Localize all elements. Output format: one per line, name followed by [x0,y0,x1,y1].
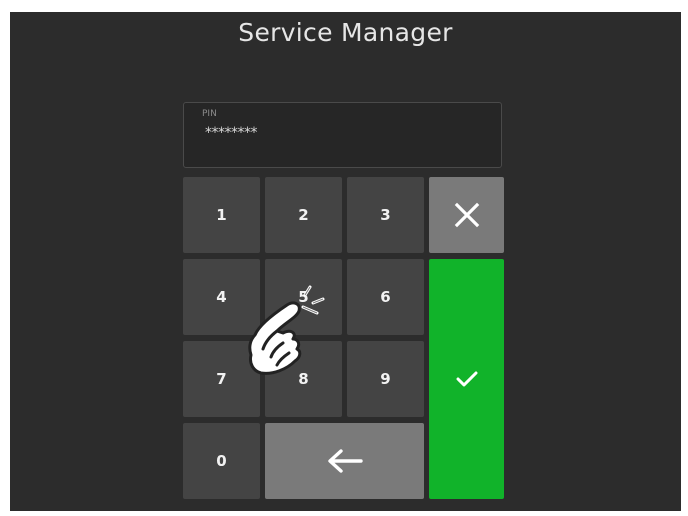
service-manager-screen: Service Manager PIN ******** 1 2 3 4 5 6… [10,12,681,511]
close-icon [454,202,479,228]
key-0-label: 0 [216,452,227,470]
pin-label: PIN [202,109,217,119]
key-7-label: 7 [216,370,227,388]
pin-field[interactable]: PIN ******** [183,102,502,168]
backspace-button[interactable] [265,423,424,499]
key-5[interactable]: 5 [265,259,342,335]
checkmark-icon [456,371,477,387]
clear-button[interactable] [429,177,504,253]
key-5-label: 5 [298,288,309,306]
key-3[interactable]: 3 [347,177,424,253]
key-6[interactable]: 6 [347,259,424,335]
confirm-button[interactable] [429,259,504,499]
key-3-label: 3 [380,206,391,224]
key-1[interactable]: 1 [183,177,260,253]
key-2-label: 2 [298,206,309,224]
key-0[interactable]: 0 [183,423,260,499]
pin-value: ******** [205,125,258,141]
key-9-label: 9 [380,370,391,388]
key-4[interactable]: 4 [183,259,260,335]
key-9[interactable]: 9 [347,341,424,417]
key-8[interactable]: 8 [265,341,342,417]
page-title: Service Manager [238,18,453,47]
key-2[interactable]: 2 [265,177,342,253]
key-6-label: 6 [380,288,391,306]
arrow-left-icon [327,449,363,473]
key-7[interactable]: 7 [183,341,260,417]
key-4-label: 4 [216,288,227,306]
key-1-label: 1 [216,206,227,224]
key-8-label: 8 [298,370,309,388]
